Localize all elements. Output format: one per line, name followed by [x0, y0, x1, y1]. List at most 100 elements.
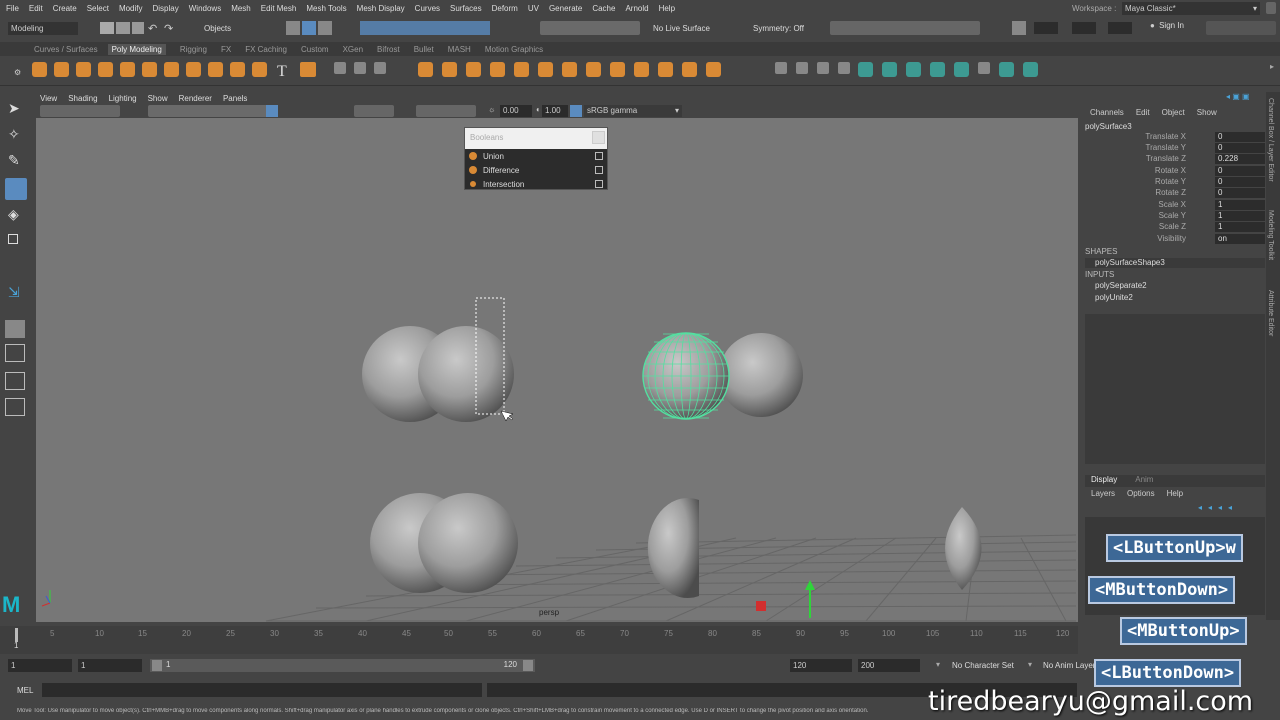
- selection-mask-icons[interactable]: [360, 21, 490, 35]
- panel-menu-view[interactable]: View: [40, 94, 57, 103]
- move-tool-icon[interactable]: [5, 178, 27, 200]
- select-by-object-icon[interactable]: [302, 21, 316, 35]
- render-icons[interactable]: [830, 21, 980, 35]
- attr-row[interactable]: Visibility on: [1080, 234, 1266, 245]
- target-weld-icon[interactable]: [610, 62, 625, 77]
- show-menu[interactable]: Show: [1197, 108, 1217, 117]
- bevel-icon[interactable]: [466, 62, 481, 77]
- redo-icon[interactable]: ↷: [164, 22, 173, 35]
- extrude-icon[interactable]: [418, 62, 433, 77]
- cylindrical-map-icon[interactable]: [882, 62, 897, 77]
- shelf-tab-bullet[interactable]: Bullet: [414, 45, 434, 54]
- type-tool-icon[interactable]: T: [277, 63, 287, 81]
- menu-set-dropdown[interactable]: Modeling: [8, 22, 78, 35]
- new-scene-icon[interactable]: [100, 22, 114, 34]
- menu-display[interactable]: Display: [153, 4, 179, 13]
- panel-menu-renderer[interactable]: Renderer: [179, 94, 212, 103]
- layers-menu[interactable]: Layers: [1091, 489, 1115, 498]
- rotate-tool-icon[interactable]: ◈: [8, 206, 19, 223]
- menu-mesh-tools[interactable]: Mesh Tools: [306, 4, 346, 13]
- command-input[interactable]: [42, 683, 482, 697]
- freeze-icon[interactable]: [1023, 62, 1038, 77]
- connect-icon[interactable]: [634, 62, 649, 77]
- end-time-field[interactable]: 200: [858, 659, 920, 672]
- panel-toggle-icons[interactable]: [1206, 21, 1276, 35]
- insert-loop-icon[interactable]: [817, 62, 829, 74]
- tab-channel-box[interactable]: Channel Box / Layer Editor: [1267, 98, 1274, 182]
- poly-cube-icon[interactable]: [54, 62, 69, 77]
- shelf-options-icon[interactable]: ⚙: [14, 68, 21, 77]
- shelf-tab-bifrost[interactable]: Bifrost: [377, 45, 400, 54]
- attr-value[interactable]: 1: [1215, 211, 1265, 221]
- lock-icon[interactable]: [1266, 2, 1276, 14]
- boolean-item-difference[interactable]: Difference: [465, 163, 607, 177]
- spherical-map-icon[interactable]: [906, 62, 921, 77]
- menu-create[interactable]: Create: [53, 4, 77, 13]
- attr-row[interactable]: Rotate Z 0: [1080, 188, 1266, 199]
- poly-sphere-icon[interactable]: [32, 62, 47, 77]
- menu-modify[interactable]: Modify: [119, 4, 143, 13]
- append-icon[interactable]: [514, 62, 529, 77]
- menu-windows[interactable]: Windows: [189, 4, 221, 13]
- offset-loop-icon[interactable]: [838, 62, 850, 74]
- sweep-mesh-icon[interactable]: [252, 62, 267, 77]
- poly-cylinder-icon[interactable]: [76, 62, 91, 77]
- shelf-scroll-icon[interactable]: ▸: [1270, 62, 1274, 71]
- range-end-handle[interactable]: [523, 660, 533, 671]
- poly-plane-icon[interactable]: [142, 62, 157, 77]
- x-field[interactable]: [1034, 22, 1058, 34]
- smooth-icon[interactable]: [374, 62, 386, 74]
- workspace-dropdown[interactable]: Maya Classic* ▾: [1122, 2, 1260, 15]
- difference-option-box[interactable]: [595, 166, 603, 174]
- mel-label[interactable]: MEL: [17, 686, 33, 695]
- poly-torus-icon[interactable]: [120, 62, 135, 77]
- menu-surfaces[interactable]: Surfaces: [450, 4, 482, 13]
- collapse-icon[interactable]: [682, 62, 697, 77]
- attr-value[interactable]: 0: [1215, 166, 1265, 176]
- edit-menu[interactable]: Edit: [1136, 108, 1150, 117]
- tab-attribute-editor[interactable]: Attribute Editor: [1267, 290, 1274, 336]
- attr-row[interactable]: Rotate X 0: [1080, 166, 1266, 177]
- shelf-tab-custom[interactable]: Custom: [301, 45, 329, 54]
- layer-buttons[interactable]: ◂◂◂◂: [1198, 503, 1238, 512]
- intersection-option-box[interactable]: [595, 180, 603, 188]
- multi-cut-icon[interactable]: [586, 62, 601, 77]
- paint-select-tool-icon[interactable]: ✎: [8, 152, 20, 169]
- color-management-icon[interactable]: [570, 105, 582, 117]
- single-perspective-layout-icon[interactable]: [5, 320, 25, 338]
- shelf-tab-fx[interactable]: FX: [221, 45, 231, 54]
- panel-menu-lighting[interactable]: Lighting: [109, 94, 137, 103]
- shelf-tab-xgen[interactable]: XGen: [343, 45, 363, 54]
- channels-menu[interactable]: Channels: [1090, 108, 1124, 117]
- isolate-icons[interactable]: [416, 105, 476, 117]
- input-node[interactable]: polyUnite2: [1095, 293, 1133, 302]
- poly-disc-icon[interactable]: [164, 62, 179, 77]
- snap-icons[interactable]: [540, 21, 640, 35]
- select-tool-icon[interactable]: ➤: [8, 100, 20, 117]
- exposure-field[interactable]: 0.00: [500, 105, 532, 117]
- attr-row[interactable]: Translate Y 0: [1080, 143, 1266, 154]
- tab-display[interactable]: Display: [1091, 475, 1117, 487]
- menu-edit[interactable]: Edit: [29, 4, 43, 13]
- help-menu[interactable]: Help: [1167, 489, 1183, 498]
- tab-anim[interactable]: Anim: [1135, 475, 1153, 487]
- attr-row[interactable]: Scale Z 1: [1080, 222, 1266, 233]
- time-slider[interactable]: 1 5 10 15 20 25 30 35 40 45 50 55 60 65 …: [0, 626, 1078, 654]
- separate-icon[interactable]: [354, 62, 366, 74]
- camera-icons[interactable]: [40, 105, 120, 117]
- menu-deform[interactable]: Deform: [492, 4, 518, 13]
- menu-curves[interactable]: Curves: [415, 4, 440, 13]
- y-field[interactable]: [1072, 22, 1096, 34]
- super-shape-icon[interactable]: [230, 62, 245, 77]
- shelf-tab-rigging[interactable]: Rigging: [180, 45, 207, 54]
- character-set-dropdown[interactable]: No Character Set: [952, 661, 1014, 670]
- object-menu[interactable]: Object: [1162, 108, 1185, 117]
- menu-mesh-display[interactable]: Mesh Display: [357, 4, 405, 13]
- persp-outliner-layout-icon[interactable]: [5, 372, 25, 390]
- tab-modeling-toolkit[interactable]: Modeling Toolkit: [1267, 210, 1274, 260]
- attr-value[interactable]: on: [1215, 234, 1265, 244]
- attr-value[interactable]: 0: [1215, 132, 1265, 142]
- options-menu[interactable]: Options: [1127, 489, 1155, 498]
- mirror-icon[interactable]: [999, 62, 1014, 77]
- input-node[interactable]: polySeparate2: [1095, 281, 1147, 290]
